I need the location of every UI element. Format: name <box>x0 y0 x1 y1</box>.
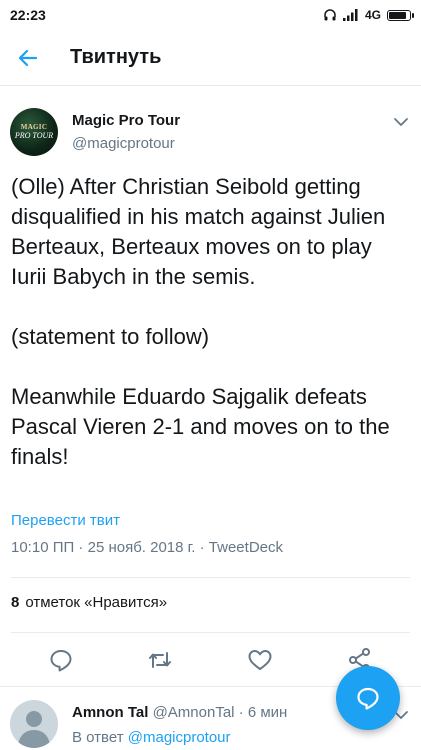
comment-icon[interactable] <box>47 646 75 674</box>
headphones-icon <box>324 9 336 21</box>
battery-fill <box>389 11 406 19</box>
network-type: 4G <box>364 8 381 22</box>
retweet-icon[interactable] <box>146 646 174 674</box>
signal-icon <box>342 9 358 21</box>
avatar[interactable]: MAGIC PRO TOUR <box>10 108 58 156</box>
comment-icon <box>357 687 379 710</box>
reply-to-prefix: В ответ <box>72 729 124 746</box>
reply-to-handle[interactable]: @magicprotour <box>128 729 231 746</box>
likes-label: отметок «Нравится» <box>25 594 168 611</box>
reply-handle-time: @AmnonTal · 6 мин <box>152 704 288 721</box>
reply-author-name[interactable]: Amnon Tal <box>72 704 148 721</box>
chevron-down-icon[interactable] <box>391 112 411 132</box>
status-time: 22:23 <box>10 7 46 23</box>
compose-reply-button[interactable] <box>336 666 400 730</box>
likes-count: 8 <box>11 594 20 611</box>
tweet-text: (Olle) After Christian Seibold getting d… <box>11 174 390 469</box>
likes-row[interactable]: 8 отметок «Нравится» <box>11 594 167 611</box>
status-icons: 4G <box>323 8 414 22</box>
tweet-author: MAGIC PRO TOUR Magic Pro Tour @magicprot… <box>10 100 411 160</box>
heart-icon[interactable] <box>246 646 274 674</box>
reply-header: Amnon Tal @AmnonTal · 6 мин <box>72 704 287 721</box>
battery-icon <box>387 9 414 21</box>
translate-tweet-link[interactable]: Перевести твит <box>11 512 120 529</box>
arrow-left-icon <box>18 49 38 66</box>
status-bar: 22:23 4G <box>0 0 421 30</box>
divider <box>11 632 410 633</box>
reply-to-line: В ответ @magicprotour <box>72 729 231 746</box>
page-title: Твитнуть <box>70 46 162 68</box>
logo-bottom-text: PRO TOUR <box>14 131 54 140</box>
app-header: Твитнуть <box>0 30 421 86</box>
tweet-timestamp: 10:10 ПП · 25 нояб. 2018 г. · TweetDeck <box>11 539 283 556</box>
logo-top-text: MAGIC <box>20 123 48 131</box>
author-handle[interactable]: @magicprotour <box>72 135 175 152</box>
default-avatar-icon <box>18 711 50 748</box>
divider <box>11 577 410 578</box>
author-name[interactable]: Magic Pro Tour <box>72 112 180 129</box>
avatar[interactable] <box>10 700 58 748</box>
back-button[interactable] <box>0 30 56 86</box>
